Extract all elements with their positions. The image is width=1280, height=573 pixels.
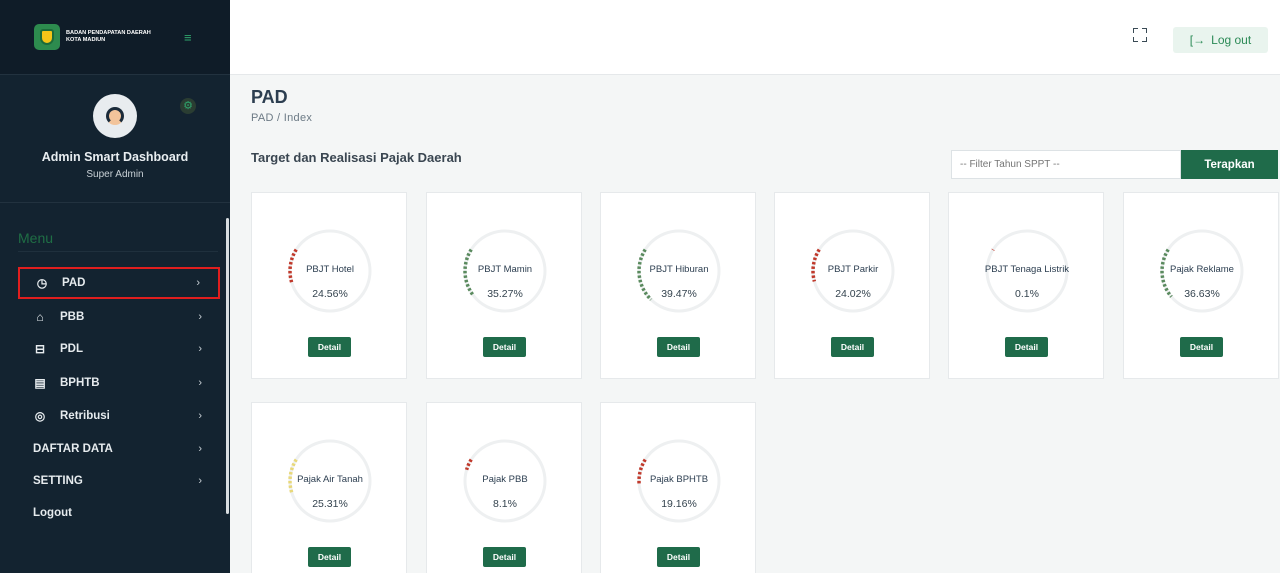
detail-button[interactable]: Detail bbox=[831, 337, 874, 357]
top-bar: [→ Log out bbox=[230, 0, 1280, 75]
logout-arrow-icon: [→ bbox=[1189, 33, 1206, 47]
chevron-right-icon: › bbox=[198, 377, 202, 389]
sidebar-item-label: Retribusi bbox=[60, 410, 110, 422]
gauge-progress-arc bbox=[464, 458, 473, 471]
gauge-value: 8.1% bbox=[493, 498, 517, 510]
menu-divider bbox=[18, 251, 218, 252]
gauge-label: PBJT Mamin bbox=[477, 264, 533, 275]
gauge-card: Pajak Air Tanah 25.31% Detail bbox=[251, 402, 407, 573]
eye-icon: ◎ bbox=[34, 409, 46, 423]
city-emblem-icon bbox=[34, 24, 60, 50]
brand-line-2: KOTA MADIUN bbox=[66, 37, 106, 43]
avatar[interactable] bbox=[93, 94, 137, 138]
sidebar-item-setting[interactable]: SETTING › bbox=[18, 465, 220, 497]
detail-button[interactable]: Detail bbox=[1005, 337, 1048, 357]
sidebar-item-label: PDL bbox=[60, 343, 83, 355]
chevron-right-icon: › bbox=[198, 343, 202, 355]
profile-panel: ⚙ Admin Smart Dashboard Super Admin bbox=[0, 75, 230, 203]
gauge-card: PBJT Mamin 35.27% Detail bbox=[426, 192, 582, 379]
gauge-card: Pajak Reklame 36.63% Detail bbox=[1123, 192, 1279, 379]
fullscreen-icon[interactable] bbox=[1133, 28, 1147, 42]
gauge-label: Pajak Reklame bbox=[1170, 264, 1234, 275]
gauge-card: Pajak PBB 8.1% Detail bbox=[426, 402, 582, 573]
chevron-right-icon: › bbox=[198, 443, 202, 455]
gauge-value: 39.47% bbox=[661, 288, 697, 300]
sidebar: BADAN PENDAPATAN DAERAH KOTA MADIUN ≡ ⚙ … bbox=[0, 0, 230, 573]
sidebar-item-bphtb[interactable]: ▤ BPHTB › bbox=[18, 367, 220, 399]
section-title: Target dan Realisasi Pajak Daerah bbox=[251, 150, 462, 165]
gauge-value: 24.56% bbox=[312, 288, 348, 300]
gauge-value: 19.16% bbox=[661, 498, 697, 510]
page-title: PAD bbox=[251, 87, 288, 107]
logout-button[interactable]: [→ Log out bbox=[1173, 27, 1268, 53]
chevron-right-icon: › bbox=[198, 410, 202, 422]
settings-icon[interactable]: ⚙ bbox=[180, 98, 196, 114]
gauge-label: PBJT Hiburan bbox=[649, 264, 709, 275]
gauge-value: 35.27% bbox=[487, 288, 523, 300]
user-face-icon bbox=[106, 107, 124, 125]
gauge-value: 25.31% bbox=[312, 498, 348, 510]
detail-button[interactable]: Detail bbox=[308, 337, 351, 357]
gauge-card: PBJT Hotel 24.56% Detail bbox=[251, 192, 407, 379]
gauge-label: PBJT Parkir bbox=[827, 264, 879, 275]
profile-name: Admin Smart Dashboard bbox=[41, 150, 189, 164]
filter-year-input[interactable] bbox=[951, 150, 1181, 179]
apply-filter-button[interactable]: Terapkan bbox=[1181, 150, 1278, 179]
gauge-card: PBJT Tenaga Listrik 0.1% Detail bbox=[948, 192, 1104, 379]
chevron-right-icon: › bbox=[198, 475, 202, 487]
detail-button[interactable]: Detail bbox=[308, 547, 351, 567]
gauge-value: 0.1% bbox=[1015, 288, 1039, 300]
gauge-value: 24.02% bbox=[835, 288, 871, 300]
gauge-label: PBJT Hotel bbox=[306, 264, 354, 275]
sidebar-item-pdl[interactable]: ⊟ PDL › bbox=[18, 333, 220, 365]
brand-title: BADAN PENDAPATAN DAERAH KOTA MADIUN bbox=[66, 30, 176, 44]
breadcrumb[interactable]: PAD / Index bbox=[251, 112, 312, 124]
gauge-card: PBJT Parkir 24.02% Detail bbox=[774, 192, 930, 379]
sidebar-item-retribusi[interactable]: ◎ Retribusi › bbox=[18, 400, 220, 432]
detail-button[interactable]: Detail bbox=[657, 337, 700, 357]
gauge-card: Pajak BPHTB 19.16% Detail bbox=[600, 402, 756, 573]
sidebar-item-pbb[interactable]: ⌂ PBB › bbox=[18, 301, 220, 333]
chevron-right-icon: › bbox=[198, 311, 202, 323]
detail-button[interactable]: Detail bbox=[483, 547, 526, 567]
brand-line-1: BADAN PENDAPATAN DAERAH bbox=[66, 30, 151, 36]
sidebar-scrollbar[interactable] bbox=[226, 218, 229, 514]
sidebar-item-logout[interactable]: Logout bbox=[18, 497, 220, 529]
chevron-right-icon: › bbox=[196, 277, 200, 289]
sidebar-item-label: Logout bbox=[33, 507, 72, 519]
brand-bar: BADAN PENDAPATAN DAERAH KOTA MADIUN ≡ bbox=[0, 0, 230, 75]
sidebar-item-pad[interactable]: ◷ PAD › bbox=[18, 267, 220, 299]
menu-toggle-icon[interactable]: ≡ bbox=[184, 31, 192, 44]
detail-button[interactable]: Detail bbox=[483, 337, 526, 357]
document-icon: ▤ bbox=[34, 376, 46, 390]
sidebar-item-label: SETTING bbox=[33, 475, 83, 487]
sidebar-item-daftar-data[interactable]: DAFTAR DATA › bbox=[18, 433, 220, 465]
gauge-label: Pajak PBB bbox=[482, 474, 528, 485]
gauge-label: Pajak Air Tanah bbox=[297, 474, 363, 485]
clock-icon: ◷ bbox=[36, 276, 48, 290]
sidebar-item-label: BPHTB bbox=[60, 377, 100, 389]
gauge-card: PBJT Hiburan 39.47% Detail bbox=[600, 192, 756, 379]
sidebar-item-label: PBB bbox=[60, 311, 85, 323]
gauge-value: 36.63% bbox=[1184, 288, 1220, 300]
menu-heading: Menu bbox=[18, 230, 54, 246]
sidebar-item-label: PAD bbox=[62, 277, 86, 289]
gauge-label: PBJT Tenaga Listrik bbox=[984, 264, 1070, 275]
sidebar-item-label: DAFTAR DATA bbox=[33, 443, 113, 455]
detail-button[interactable]: Detail bbox=[657, 547, 700, 567]
box-icon: ⊟ bbox=[34, 342, 46, 356]
gauge-label: Pajak BPHTB bbox=[649, 474, 709, 485]
home-icon: ⌂ bbox=[36, 310, 44, 324]
detail-button[interactable]: Detail bbox=[1180, 337, 1223, 357]
logout-label: Log out bbox=[1211, 33, 1252, 47]
profile-role: Super Admin bbox=[86, 169, 144, 180]
